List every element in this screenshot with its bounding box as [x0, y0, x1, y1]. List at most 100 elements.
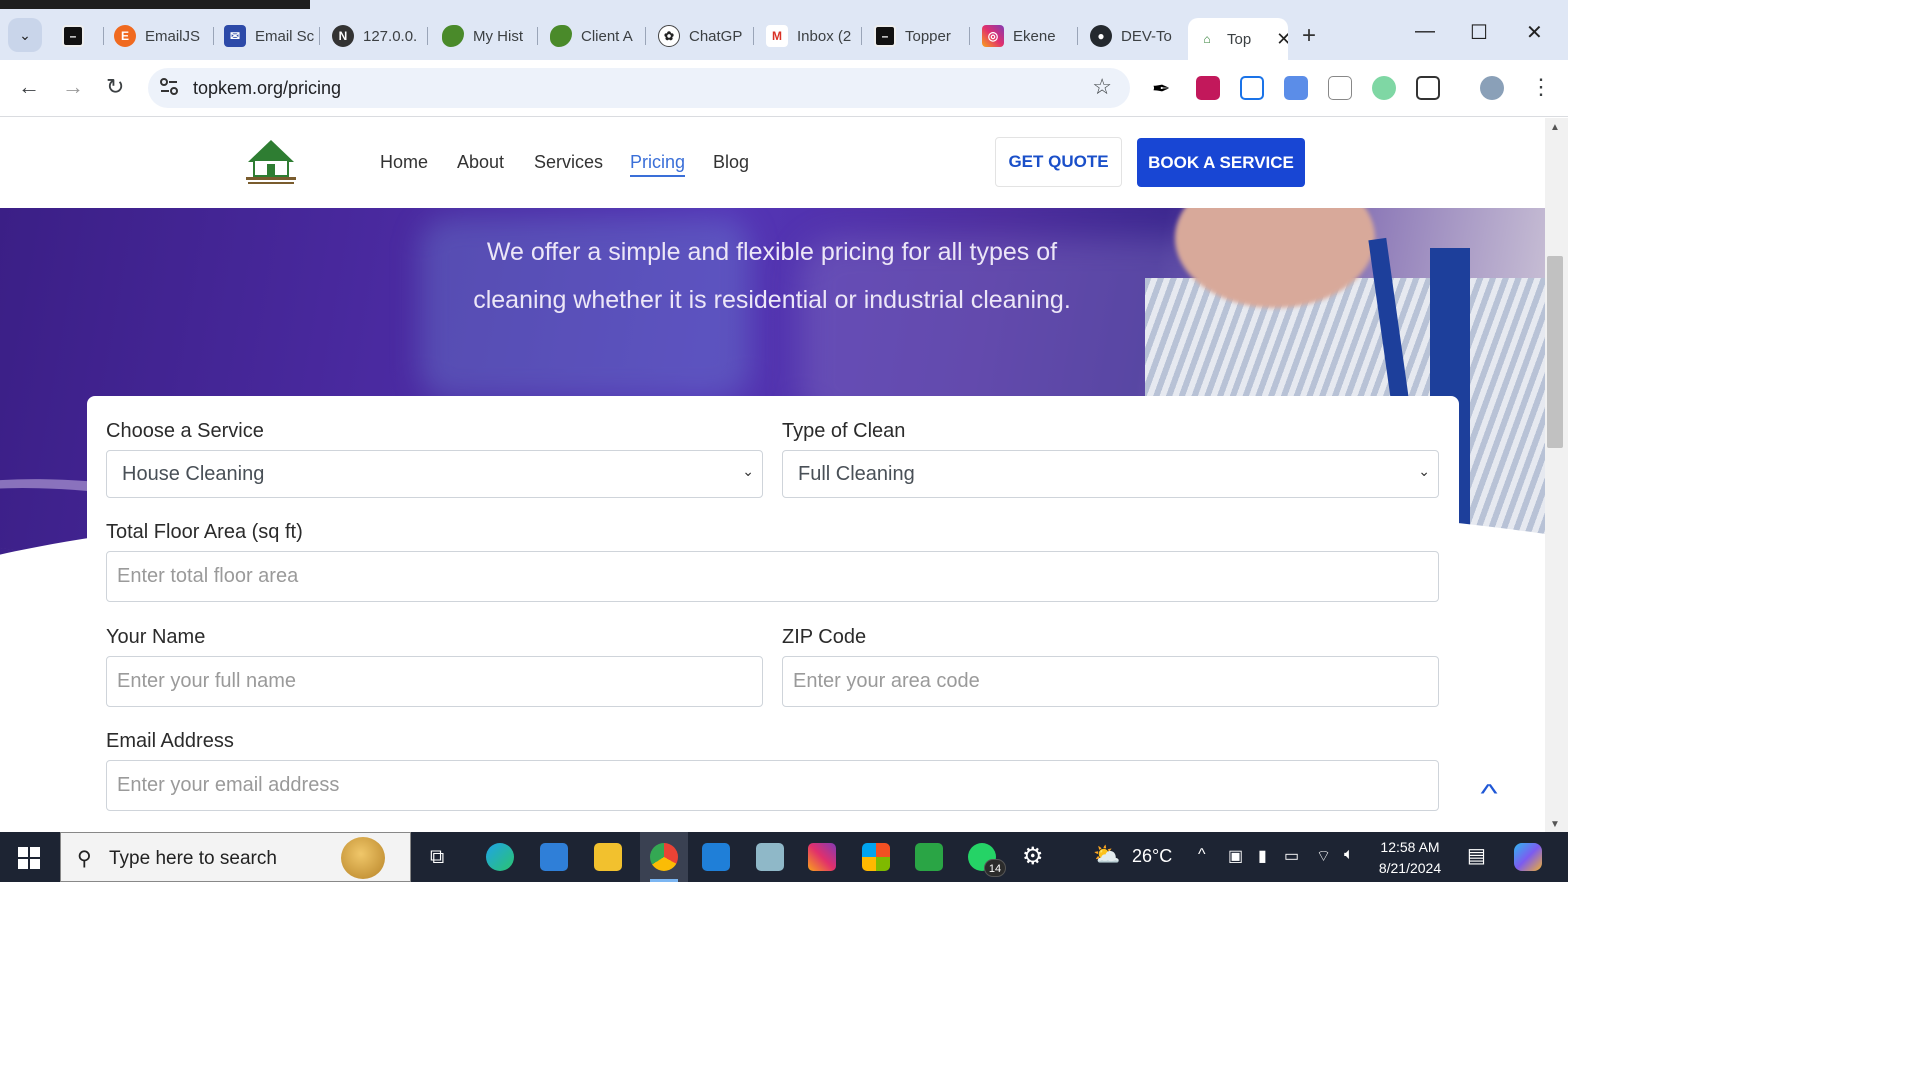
zip-input[interactable] [782, 656, 1439, 707]
tab-emailjs[interactable]: E EmailJS [106, 18, 214, 54]
settings-gear-icon[interactable]: ⚙ [1022, 842, 1044, 871]
tab-dev-to[interactable]: ● DEV-To [1082, 18, 1186, 54]
floor-area-input[interactable] [106, 551, 1439, 602]
tab-label: ChatGP [689, 27, 743, 45]
service-select-value: House Cleaning [122, 462, 265, 485]
notifications-icon[interactable]: ▤ [1467, 843, 1486, 868]
whatsapp-badge: 14 [984, 859, 1006, 877]
clean-type-select-value: Full Cleaning [798, 462, 915, 485]
website-viewport: Home About Services Pricing Blog GET QUO… [0, 118, 1545, 832]
weather-temp[interactable]: 26°C [1132, 846, 1172, 867]
scrollbar-thumb[interactable] [1547, 256, 1563, 448]
scroll-up-icon[interactable]: ▲ [1550, 122, 1560, 133]
email-input[interactable] [106, 760, 1439, 811]
browser-menu-icon[interactable]: ⋮ [1530, 74, 1552, 100]
name-input[interactable] [106, 656, 763, 707]
taskbar-clock[interactable]: 12:58 AM 8/21/2024 [1370, 837, 1450, 879]
tab-localhost[interactable]: N 127.0.0. [324, 18, 428, 54]
mail-icon[interactable] [540, 843, 568, 871]
battery-icon[interactable]: ▭ [1284, 846, 1299, 866]
text-extension-icon[interactable] [1328, 76, 1352, 100]
clock-date: 8/21/2024 [1378, 860, 1442, 876]
get-quote-button[interactable]: GET QUOTE [995, 137, 1122, 187]
tab-inbox[interactable]: M Inbox (2 [758, 18, 862, 54]
file-explorer-icon[interactable] [594, 843, 622, 871]
url-text[interactable]: topkem.org/pricing [193, 78, 341, 99]
zip-label: ZIP Code [782, 626, 867, 648]
colorzilla-icon[interactable] [1372, 76, 1396, 100]
meet-icon[interactable]: ▣ [1228, 846, 1243, 866]
service-select[interactable]: House Cleaning ⌄ [106, 450, 763, 498]
page-scrollbar[interactable]: ▲ ▼ [1545, 118, 1568, 832]
tab-topkem-active[interactable]: ⌂ Top ✕ [1188, 18, 1288, 60]
windows-taskbar: ⚲ Type here to search ⧉ 14 ⚙ ⛅ 26°C ^ ▣ … [0, 832, 1568, 882]
book-service-button[interactable]: BOOK A SERVICE [1137, 138, 1305, 187]
name-label: Your Name [106, 626, 206, 648]
chrome-icon [650, 843, 678, 871]
weather-cloud-icon[interactable]: ⛅ [1093, 842, 1120, 868]
browser-tab-strip: ⌄ – E EmailJS ✉ Email Sc N 127.0.0. My H… [0, 0, 1568, 60]
clipboard-extension-icon[interactable] [1284, 76, 1308, 100]
windows-start-icon[interactable] [18, 847, 40, 869]
taskbar-search-placeholder: Type here to search [109, 848, 277, 869]
maximize-icon[interactable]: ☐ [1470, 20, 1488, 45]
tab-1[interactable]: – [54, 18, 104, 54]
edge-icon[interactable] [486, 843, 514, 871]
tab-label: EmailJS [145, 27, 201, 45]
scroll-down-icon[interactable]: ▼ [1550, 819, 1560, 830]
profile-avatar[interactable] [1480, 76, 1504, 100]
tab-chatgpt[interactable]: ✿ ChatGP [650, 18, 754, 54]
close-tab-icon[interactable]: ✕ [1276, 29, 1288, 50]
tray-chevron-up-icon[interactable]: ^ [1198, 846, 1206, 864]
tab-email-sc[interactable]: ✉ Email Sc [216, 18, 320, 54]
forward-arrow-icon[interactable]: → [62, 74, 84, 100]
screen-capture-icon[interactable] [1240, 76, 1264, 100]
bookmark-star-icon[interactable]: ☆ [1092, 74, 1112, 100]
nav-home[interactable]: Home [380, 152, 428, 173]
nav-about[interactable]: About [457, 152, 504, 173]
clean-type-select[interactable]: Full Cleaning ⌄ [782, 450, 1439, 498]
email-label: Email Address [106, 730, 234, 752]
site-settings-icon[interactable] [160, 77, 178, 97]
back-arrow-icon[interactable]: ← [18, 74, 40, 100]
microphone-icon[interactable]: ▮ [1258, 846, 1267, 866]
nav-blog[interactable]: Blog [713, 152, 749, 173]
close-window-icon[interactable]: ✕ [1526, 20, 1543, 45]
notes-app-icon[interactable] [756, 843, 784, 871]
nav-services[interactable]: Services [534, 152, 603, 173]
tab-client-a[interactable]: Client A [542, 18, 646, 54]
tab-my-hist[interactable]: My Hist [434, 18, 538, 54]
reload-icon[interactable]: ↻ [106, 74, 124, 100]
copilot-icon[interactable] [1514, 843, 1542, 871]
topkem-logo-icon: ⌂ [1196, 28, 1218, 50]
emailjs-icon: E [114, 25, 136, 47]
tab-label: Topper [905, 27, 951, 45]
minimize-icon[interactable]: — [1415, 20, 1435, 43]
topkem-logo[interactable] [240, 136, 302, 188]
wifi-icon[interactable]: ⌔ [1316, 846, 1331, 866]
tab-search-button[interactable]: ⌄ [8, 18, 42, 52]
taskbar-search-box[interactable]: ⚲ Type here to search [60, 832, 411, 882]
search-icon: ⚲ [77, 848, 92, 870]
microsoft-store-icon[interactable] [862, 843, 890, 871]
address-bar[interactable]: topkem.org/pricing ☆ [148, 68, 1130, 108]
instagram-icon: ◎ [982, 25, 1004, 47]
eyedropper-icon[interactable]: ✒ [1152, 76, 1176, 101]
extensions-puzzle-icon[interactable] [1416, 76, 1440, 100]
tab-label: My Hist [473, 27, 523, 45]
black-square-icon: – [62, 25, 84, 47]
hero-description: We offer a simple and flexible pricing f… [473, 238, 1071, 314]
task-view-icon[interactable]: ⧉ [430, 846, 444, 869]
scroll-to-top-icon[interactable]: ^ [1481, 778, 1498, 809]
tab-topper[interactable]: – Topper [866, 18, 970, 54]
vscode-icon[interactable] [702, 843, 730, 871]
nav-pricing[interactable]: Pricing [630, 152, 686, 177]
chrome-taskbar-active[interactable] [640, 832, 688, 882]
new-tab-button[interactable]: + [1302, 22, 1316, 50]
volume-icon[interactable]: 🔈︎ [1344, 846, 1354, 864]
download-extension-icon[interactable] [1196, 76, 1220, 100]
tab-ekene[interactable]: ◎ Ekene [974, 18, 1078, 54]
visual-studio-icon[interactable] [915, 843, 943, 871]
instagram-icon[interactable] [808, 843, 836, 871]
browser-toolbar: ← → ↻ topkem.org/pricing ☆ ✒ ⋮ [0, 60, 1568, 117]
